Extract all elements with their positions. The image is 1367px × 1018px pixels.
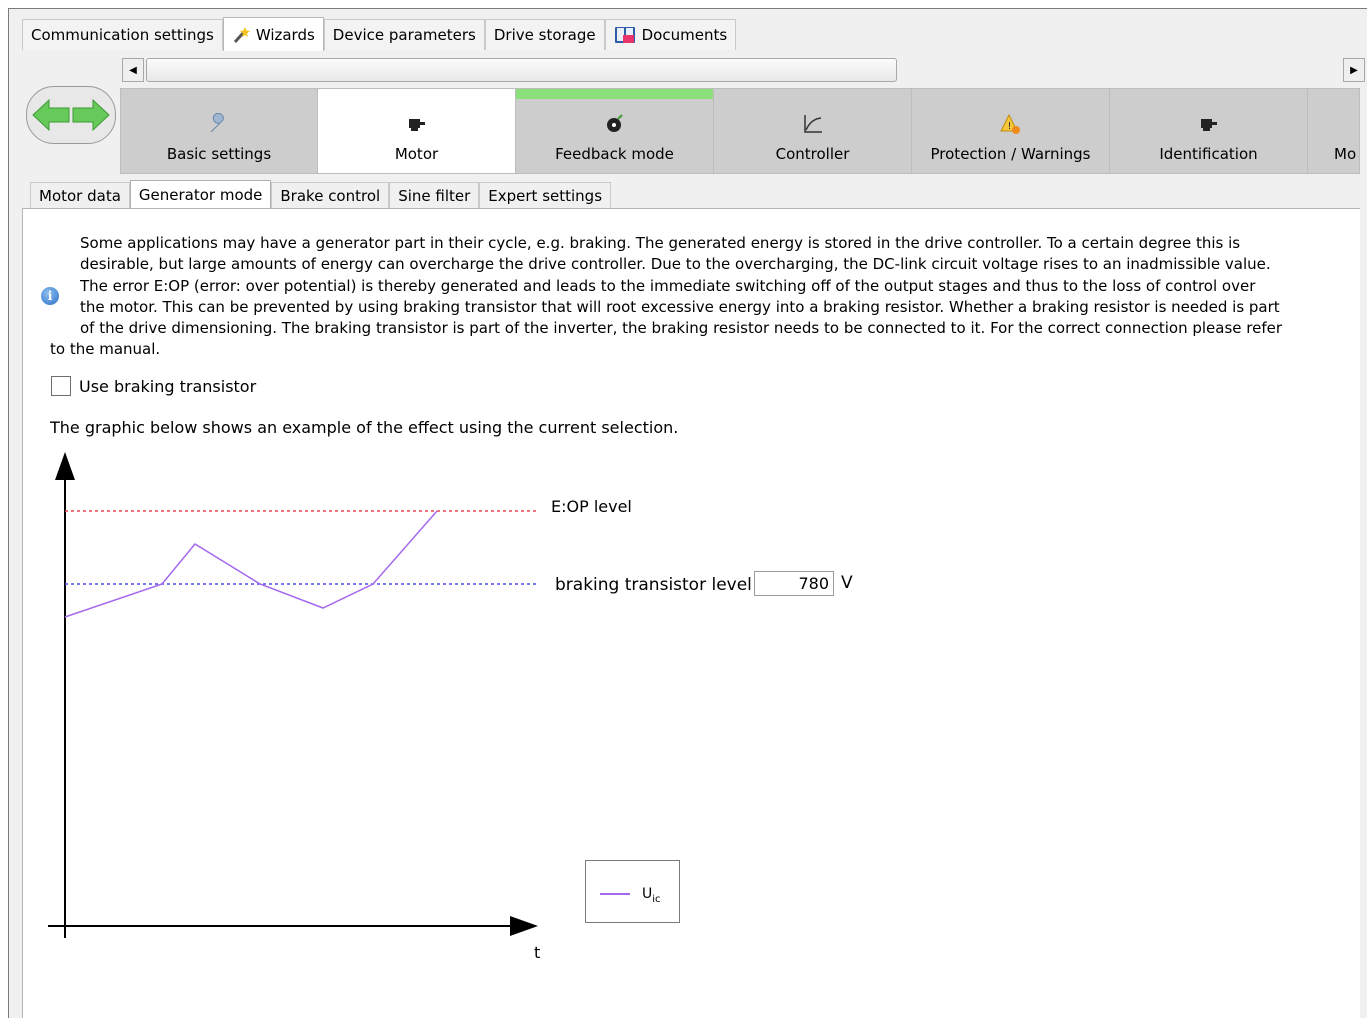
svg-text:!: ! xyxy=(1007,121,1011,132)
tab-documents[interactable]: Documents xyxy=(604,19,737,50)
info-line: to the manual. xyxy=(50,340,161,359)
step-scrollbar[interactable]: ◀ xyxy=(122,58,897,82)
step-label: Motor xyxy=(394,145,439,163)
scroll-right-button[interactable]: ▶ xyxy=(1343,58,1365,82)
sub-tab-bar: Motor data Generator mode Brake control … xyxy=(30,180,612,209)
generator-mode-graphic: t E:OP level braking transistor level xyxy=(48,452,752,962)
tab-wizards[interactable]: Wizards xyxy=(222,17,324,51)
graphic-caption: The graphic below shows an example of th… xyxy=(50,418,679,437)
tab-label: Device parameters xyxy=(332,26,476,44)
tab-motor-data[interactable]: Motor data xyxy=(30,182,130,209)
info-icon: i xyxy=(41,287,59,305)
wizard-steps: Basic settings Motor Feedback mode Contr… xyxy=(120,88,1360,174)
documents-book-icon xyxy=(614,27,635,43)
wrench-icon xyxy=(206,111,232,137)
tab-sine-filter[interactable]: Sine filter xyxy=(389,182,480,209)
eop-level-label: E:OP level xyxy=(551,497,632,516)
step-label: Protection / Warnings xyxy=(930,145,1091,163)
legend-label: Uic xyxy=(642,886,661,905)
legend-subscript: ic xyxy=(652,893,661,905)
step-label: Controller xyxy=(775,145,850,163)
wizard-nav-arrows[interactable] xyxy=(26,86,116,144)
tab-label: Wizards xyxy=(255,25,315,44)
step-feedback-mode[interactable]: Feedback mode xyxy=(516,88,714,174)
legend-text: U xyxy=(642,886,653,902)
scroll-left-button[interactable]: ◀ xyxy=(122,58,144,82)
step-basic-settings[interactable]: Basic settings xyxy=(120,88,318,174)
tab-generator-mode[interactable]: Generator mode xyxy=(129,180,272,209)
step-controller[interactable]: Controller xyxy=(714,88,912,174)
chart-legend: Uic xyxy=(585,860,680,923)
braking-transistor-level-label: braking transistor level xyxy=(555,575,752,595)
step-identification[interactable]: Identification xyxy=(1110,88,1308,174)
tab-label: Generator mode xyxy=(138,186,263,204)
tab-label: Expert settings xyxy=(488,187,603,205)
step-label: Feedback mode xyxy=(555,145,674,163)
use-braking-transistor-checkbox[interactable] xyxy=(51,376,71,396)
tab-label: Documents xyxy=(641,26,728,44)
tab-communication-settings[interactable]: Communication settings xyxy=(22,19,223,50)
curve-icon xyxy=(800,111,826,137)
voltage-curve xyxy=(64,510,438,618)
tab-label: Motor data xyxy=(39,187,121,205)
x-axis-label: t xyxy=(534,943,540,962)
step-partial[interactable]: Mo xyxy=(1308,88,1360,174)
info-text: Some applications may have a generator p… xyxy=(50,233,1344,361)
step-label: Basic settings xyxy=(166,145,272,163)
info-line: of the drive dimensioning. The braking t… xyxy=(80,319,1283,338)
step-label: Identification xyxy=(1159,145,1258,163)
motor-icon xyxy=(404,111,430,137)
info-line: The error E:OP (error: over potential) i… xyxy=(80,276,1256,295)
step-protection-warnings[interactable]: ! Protection / Warnings xyxy=(912,88,1110,174)
step-label: Mo xyxy=(1334,145,1357,163)
unit-label: V xyxy=(841,573,853,593)
y-axis-arrow-icon xyxy=(55,452,75,480)
step-motor[interactable]: Motor xyxy=(318,88,516,174)
tab-expert-settings[interactable]: Expert settings xyxy=(479,182,612,209)
back-forward-arrows-icon xyxy=(32,98,110,132)
use-braking-transistor-row[interactable]: Use braking transistor xyxy=(51,376,256,396)
top-tab-bar: Communication settings Wizards Device pa… xyxy=(22,17,737,51)
info-line: desirable, but large amounts of energy c… xyxy=(80,255,1271,274)
wand-icon xyxy=(233,26,250,43)
encoder-icon xyxy=(602,111,628,137)
tab-device-parameters[interactable]: Device parameters xyxy=(323,19,485,50)
tab-brake-control[interactable]: Brake control xyxy=(271,182,390,209)
tab-label: Brake control xyxy=(280,187,381,205)
braking-transistor-level-input[interactable]: 780 xyxy=(754,571,834,596)
info-line: Some applications may have a generator p… xyxy=(80,234,1241,252)
checkbox-label: Use braking transistor xyxy=(79,376,257,396)
x-axis-arrow-icon xyxy=(510,916,538,936)
motor-icon xyxy=(1196,111,1222,137)
scrollbar-thumb[interactable] xyxy=(146,58,897,82)
warning-icon: ! xyxy=(998,111,1024,137)
tab-label: Sine filter xyxy=(398,187,471,205)
legend-swatch xyxy=(600,893,630,895)
tab-label: Drive storage xyxy=(493,26,596,44)
chevron-right-icon: ▶ xyxy=(1350,64,1358,76)
tab-label: Communication settings xyxy=(31,26,214,44)
tab-drive-storage[interactable]: Drive storage xyxy=(484,19,605,50)
chevron-left-icon: ◀ xyxy=(129,64,137,76)
info-line: the motor. This can be prevented by usin… xyxy=(80,297,1280,316)
